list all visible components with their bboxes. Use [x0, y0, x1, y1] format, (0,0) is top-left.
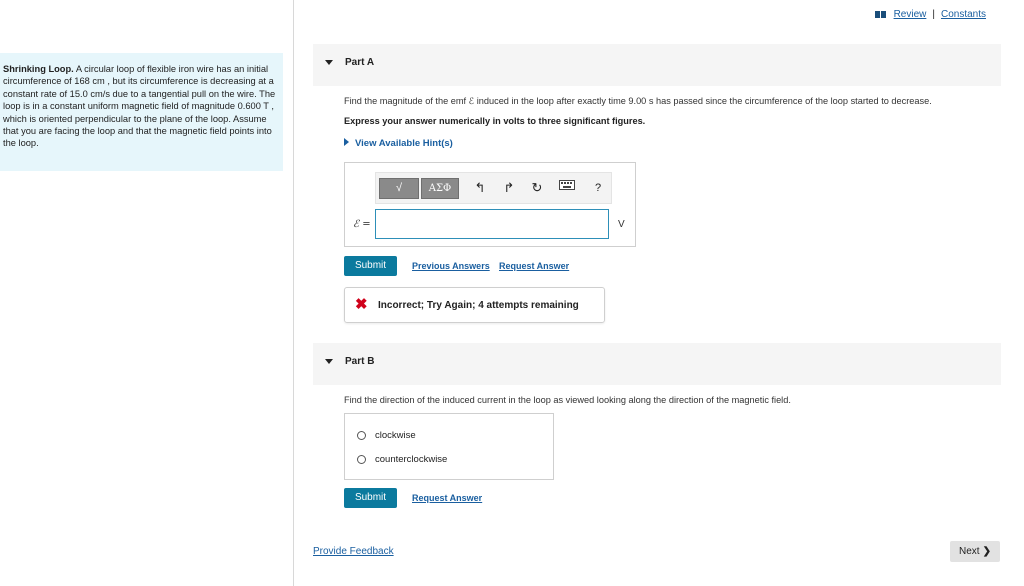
provide-feedback-link[interactable]: Provide Feedback: [313, 546, 394, 557]
collapse-triangle-icon[interactable]: [325, 60, 333, 65]
keyboard-glyph-icon: [559, 180, 575, 190]
greek-symbols-button[interactable]: ΑΣΦ: [421, 178, 459, 199]
header-links: Review | Constants: [874, 9, 986, 20]
feedback-message: ✖ Incorrect; Try Again; 4 attempts remai…: [344, 287, 605, 323]
hint-label: View Available Hint(s): [355, 138, 453, 149]
emf-answer-input[interactable]: [375, 209, 609, 239]
part-a-instruction: Express your answer numerically in volts…: [344, 116, 646, 126]
problem-title: Shrinking Loop.: [3, 64, 74, 74]
previous-answers-link[interactable]: Previous Answers: [412, 261, 490, 271]
header-separator: |: [932, 9, 935, 20]
feedback-text: Incorrect; Try Again; 4 attempts remaini…: [378, 300, 579, 311]
radio-clockwise[interactable]: [357, 431, 366, 440]
next-label: Next: [959, 546, 980, 557]
review-icon: [874, 11, 887, 18]
part-b-header[interactable]: Part B: [313, 343, 1001, 385]
expand-arrow-icon: [344, 138, 349, 146]
part-a-request-answer-link[interactable]: Request Answer: [499, 261, 569, 271]
direction-choices: clockwise counterclockwise: [344, 413, 554, 480]
part-b-request-answer-link[interactable]: Request Answer: [412, 493, 482, 503]
undo-icon[interactable]: ↰: [472, 180, 488, 196]
option-clockwise-label[interactable]: clockwise: [375, 430, 416, 441]
part-a-title: Part A: [345, 57, 375, 68]
chevron-right-icon: ❯: [982, 546, 991, 557]
unit-label: V: [618, 219, 625, 230]
templates-button[interactable]: √: [379, 178, 419, 199]
view-hints-link[interactable]: View Available Hint(s): [344, 138, 453, 149]
next-button[interactable]: Next ❯: [950, 541, 1000, 562]
problem-statement: Shrinking Loop. A circular loop of flexi…: [0, 53, 283, 171]
part-a-submit-button[interactable]: Submit: [344, 256, 397, 276]
templates-icon: √: [395, 182, 403, 194]
emf-input-label: ℰ =: [353, 219, 371, 230]
option-counterclockwise-label[interactable]: counterclockwise: [375, 454, 447, 465]
radio-counterclockwise[interactable]: [357, 455, 366, 464]
x-icon: ✖: [355, 296, 368, 313]
collapse-triangle-icon[interactable]: [325, 359, 333, 364]
review-link[interactable]: Review: [894, 9, 927, 20]
redo-icon[interactable]: ↱: [501, 180, 517, 196]
reset-icon[interactable]: ↻: [529, 180, 545, 196]
help-button[interactable]: ?: [590, 180, 606, 196]
keyboard-icon[interactable]: [559, 180, 575, 196]
part-b-title: Part B: [345, 356, 375, 367]
part-b-question: Find the direction of the induced curren…: [344, 395, 791, 405]
constants-link[interactable]: Constants: [941, 9, 986, 20]
part-a-header[interactable]: Part A: [313, 44, 1001, 86]
part-b-submit-button[interactable]: Submit: [344, 488, 397, 508]
math-toolbar: √ ΑΣΦ ↰ ↱ ↻ ?: [375, 172, 612, 204]
problem-body: A circular loop of flexible iron wire ha…: [3, 64, 276, 149]
panel-divider: [293, 0, 294, 586]
part-a-question: Find the magnitude of the emf ℰ induced …: [344, 96, 932, 106]
